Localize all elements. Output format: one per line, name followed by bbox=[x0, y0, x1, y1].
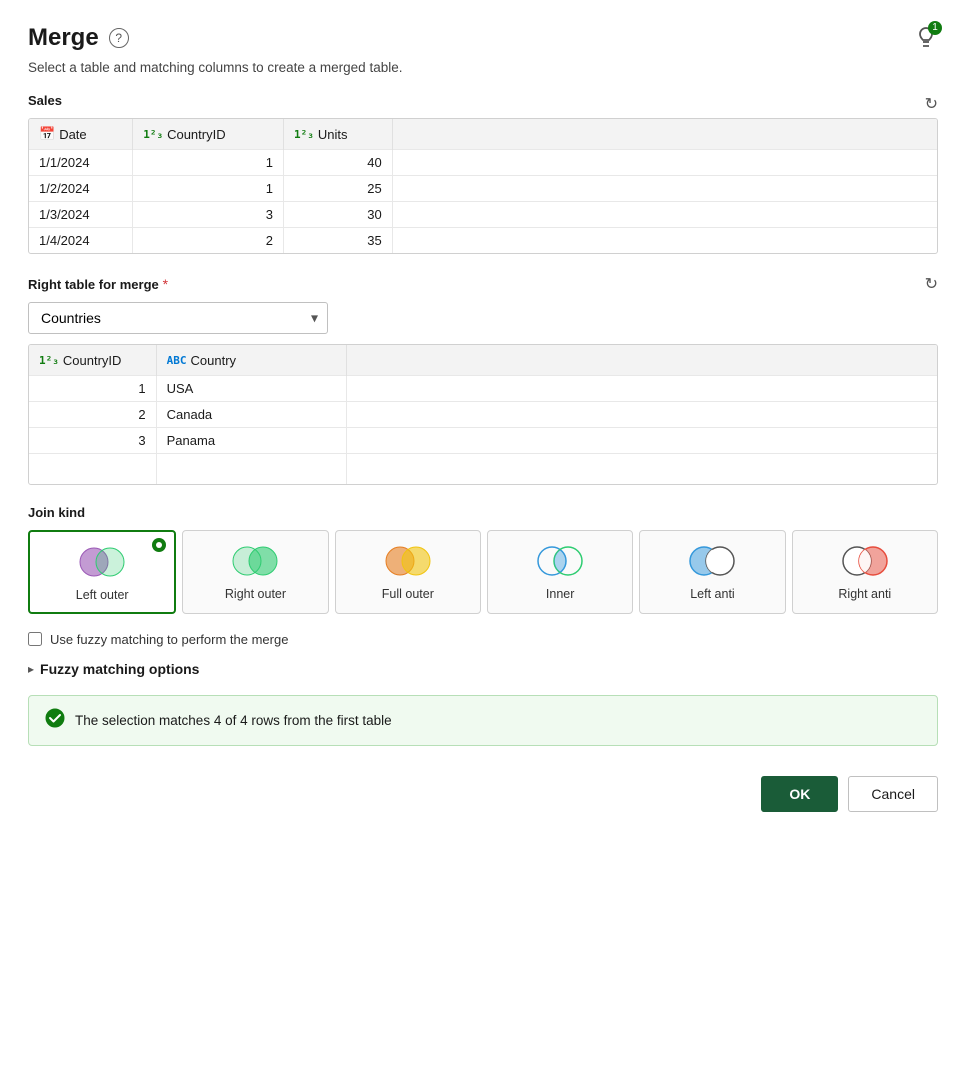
dropdown-row: Countries ▾ bbox=[28, 302, 938, 334]
venn-inner-icon bbox=[534, 543, 586, 579]
left-table-wrapper: 📅 Date 1²₃ CountryID 1²₃ Units bbox=[28, 118, 938, 254]
chevron-right-icon: ▸ bbox=[28, 662, 34, 676]
page-title: Merge bbox=[28, 24, 99, 52]
right-table-dropdown-wrapper: Countries ▾ bbox=[28, 302, 328, 334]
col-empty bbox=[392, 119, 937, 150]
venn-left-anti-icon bbox=[686, 543, 738, 579]
fuzzy-matching-row: Use fuzzy matching to perform the merge bbox=[28, 632, 938, 647]
footer-buttons: OK Cancel bbox=[28, 776, 938, 812]
join-card-full-outer[interactable]: Full outer bbox=[335, 530, 481, 614]
join-card-inner[interactable]: Inner bbox=[487, 530, 633, 614]
table-row: 1/2/2024 1 25 bbox=[29, 176, 937, 202]
col-date[interactable]: 📅 Date bbox=[29, 119, 133, 150]
right-table-refresh-button[interactable]: ↻ bbox=[925, 274, 938, 294]
success-text: The selection matches 4 of 4 rows from t… bbox=[75, 713, 392, 728]
fuzzy-matching-checkbox[interactable] bbox=[28, 632, 42, 646]
left-table-header-row: 📅 Date 1²₃ CountryID 1²₃ Units bbox=[29, 119, 937, 150]
col-empty-r bbox=[347, 345, 937, 376]
subtitle: Select a table and matching columns to c… bbox=[28, 60, 938, 75]
right-table-label: Right table for merge * bbox=[28, 276, 168, 292]
left-table-header: Sales ↻ bbox=[28, 93, 938, 114]
col-units[interactable]: 1²₃ Units bbox=[284, 119, 393, 150]
text-type-badge: ABC bbox=[167, 354, 187, 367]
col-country-id[interactable]: 1²₃ CountryID bbox=[133, 119, 284, 150]
right-table-header-row: 1²₃ CountryID ABC Country bbox=[29, 345, 937, 376]
cancel-button[interactable]: Cancel bbox=[848, 776, 938, 812]
join-card-right-anti[interactable]: Right anti bbox=[792, 530, 938, 614]
table-row: 1 USA bbox=[29, 376, 937, 402]
notification-icon[interactable]: 1 bbox=[914, 25, 938, 52]
right-table-dropdown[interactable]: Countries bbox=[28, 302, 328, 334]
number-type-badge-2: 1²₃ bbox=[294, 128, 314, 141]
table-row: 1/4/2024 2 35 bbox=[29, 228, 937, 254]
table-row-empty bbox=[29, 454, 937, 484]
join-cards: Left outer Right outer Full outer Inner bbox=[28, 530, 938, 614]
table-row: 2 Canada bbox=[29, 402, 937, 428]
right-table: 1²₃ CountryID ABC Country 1 USA bbox=[29, 345, 937, 484]
join-card-label-inner: Inner bbox=[546, 587, 575, 601]
table-row: 3 Panama bbox=[29, 428, 937, 454]
ok-button[interactable]: OK bbox=[761, 776, 838, 812]
venn-full-outer-icon bbox=[382, 543, 434, 579]
col-country-id-r[interactable]: 1²₃ CountryID bbox=[29, 345, 156, 376]
success-icon bbox=[45, 708, 65, 733]
join-card-left-outer[interactable]: Left outer bbox=[28, 530, 176, 614]
join-card-label-full-outer: Full outer bbox=[382, 587, 434, 601]
join-card-label-right-outer: Right outer bbox=[225, 587, 286, 601]
venn-left-outer-icon bbox=[76, 544, 128, 580]
table-row: 1/1/2024 1 40 bbox=[29, 150, 937, 176]
venn-right-anti-icon bbox=[839, 543, 891, 579]
fuzzy-options-header[interactable]: ▸ Fuzzy matching options bbox=[28, 661, 938, 677]
right-table-wrapper: 1²₃ CountryID ABC Country 1 USA bbox=[28, 344, 938, 485]
number-type-badge-r: 1²₃ bbox=[39, 354, 59, 367]
success-banner: The selection matches 4 of 4 rows from t… bbox=[28, 695, 938, 746]
join-card-label-left-anti: Left anti bbox=[690, 587, 734, 601]
title-area: Merge ? bbox=[28, 24, 129, 52]
fuzzy-matching-label[interactable]: Use fuzzy matching to perform the merge bbox=[50, 632, 288, 647]
join-card-label-left-outer: Left outer bbox=[76, 588, 129, 602]
calendar-icon: 📅 bbox=[39, 126, 55, 142]
left-table: 📅 Date 1²₃ CountryID 1²₃ Units bbox=[29, 119, 937, 253]
header-row: Merge ? 1 bbox=[28, 24, 938, 52]
selected-indicator bbox=[152, 538, 166, 552]
table-row: 1/3/2024 3 30 bbox=[29, 202, 937, 228]
venn-right-outer-icon bbox=[229, 543, 281, 579]
fuzzy-options-label: Fuzzy matching options bbox=[40, 661, 199, 677]
join-card-left-anti[interactable]: Left anti bbox=[639, 530, 785, 614]
left-table-label: Sales bbox=[28, 93, 62, 108]
col-country-r[interactable]: ABC Country bbox=[156, 345, 347, 376]
notification-badge: 1 bbox=[928, 21, 942, 35]
join-card-label-right-anti: Right anti bbox=[838, 587, 891, 601]
help-icon[interactable]: ? bbox=[109, 28, 129, 48]
left-table-refresh-button[interactable]: ↻ bbox=[925, 94, 938, 114]
required-star: * bbox=[163, 276, 168, 292]
join-kind-label: Join kind bbox=[28, 505, 938, 520]
join-card-right-outer[interactable]: Right outer bbox=[182, 530, 328, 614]
number-type-badge: 1²₃ bbox=[143, 128, 163, 141]
